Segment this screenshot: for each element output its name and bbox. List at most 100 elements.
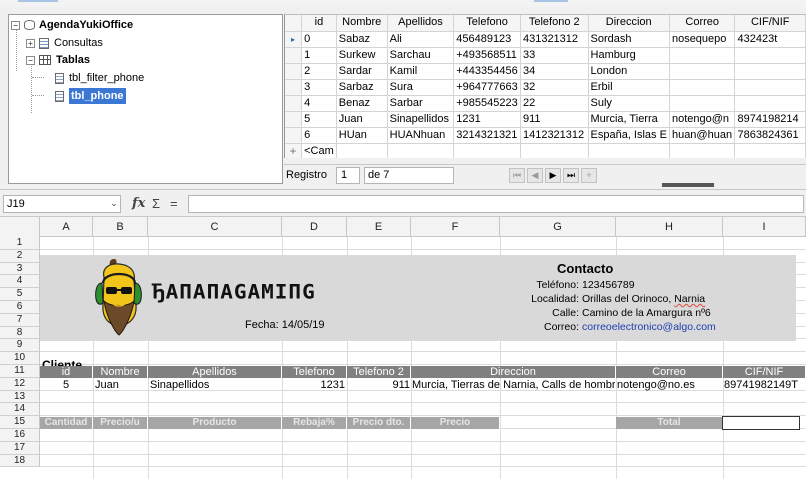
table-cell[interactable]: 432423t xyxy=(734,31,806,48)
table-cell[interactable]: 431321312 xyxy=(520,31,589,48)
column-header-f[interactable]: F xyxy=(411,217,500,237)
last-record-button[interactable]: ⏭ xyxy=(563,168,579,183)
table-cell[interactable]: 0 xyxy=(301,31,337,48)
column-header-i[interactable]: I xyxy=(723,217,806,237)
table-row[interactable]: ▸ 0 Sabaz Ali 456489123 431321312 Sordash noseq… xyxy=(285,31,806,48)
table-cell[interactable]: 4 xyxy=(301,95,337,112)
table-cell[interactable] xyxy=(669,63,736,80)
table-cell[interactable] xyxy=(588,143,670,158)
table-row[interactable]: 3 Sarbaz Sura +964777663 32 Erbil xyxy=(285,79,806,96)
client-cif-cell[interactable]: 89741982149T xyxy=(724,379,806,391)
row-header[interactable]: 18 xyxy=(0,454,40,468)
column-header[interactable]: Direccion xyxy=(588,15,670,32)
row-selector[interactable] xyxy=(285,111,303,128)
client-id-cell[interactable]: 5 xyxy=(40,379,92,391)
sum-icon[interactable]: Σ xyxy=(152,196,160,212)
row-header[interactable]: 2 xyxy=(0,249,40,263)
row-header[interactable]: 11 xyxy=(0,365,40,378)
column-header[interactable]: CIF/NIF xyxy=(734,15,806,32)
table-cell[interactable] xyxy=(734,143,806,158)
client-phone2-cell[interactable]: 911 xyxy=(348,379,410,391)
table-cell[interactable]: +964777663 xyxy=(453,79,521,96)
row-header[interactable]: 13 xyxy=(0,390,40,404)
row-selector[interactable] xyxy=(285,127,303,144)
table-cell[interactable]: 2 xyxy=(301,63,337,80)
table-cell[interactable]: Sarbaz xyxy=(336,79,388,96)
column-header[interactable]: Correo xyxy=(669,15,736,32)
table-cell[interactable]: Sarchau xyxy=(387,47,455,64)
table-cell[interactable]: Suly xyxy=(588,95,670,112)
table-cell[interactable]: HUANhuan xyxy=(387,127,455,144)
new-row-cell[interactable]: <Cam xyxy=(301,143,337,158)
column-header[interactable]: Nombre xyxy=(336,15,388,32)
table-cell[interactable]: 911 xyxy=(520,111,589,128)
column-header-c[interactable]: C xyxy=(148,217,282,237)
table-cell[interactable]: Sardar xyxy=(336,63,388,80)
name-box[interactable]: J19 xyxy=(3,195,121,213)
row-header[interactable]: 14 xyxy=(0,403,40,417)
column-header-h[interactable]: H xyxy=(616,217,723,237)
next-record-button[interactable]: ▶ xyxy=(545,168,561,183)
table-cell[interactable]: 34 xyxy=(520,63,589,80)
new-record-button[interactable]: + xyxy=(581,168,597,183)
table-cell[interactable] xyxy=(520,143,589,158)
first-record-button[interactable]: ⏮ xyxy=(509,168,525,183)
tree-item-tables[interactable]: − Tablas xyxy=(26,52,90,68)
client-name-cell[interactable]: Juan xyxy=(95,379,145,391)
table-cell[interactable]: 1412321312 xyxy=(520,127,589,144)
collapse-icon[interactable]: − xyxy=(26,55,35,65)
expand-icon[interactable]: + xyxy=(26,38,35,48)
table-cell[interactable] xyxy=(734,95,806,112)
table-cell[interactable] xyxy=(734,47,806,64)
table-cell[interactable]: 1 xyxy=(301,47,337,64)
table-cell[interactable]: +985545223 xyxy=(453,95,521,112)
column-header[interactable]: Telefono xyxy=(453,15,521,32)
row-header[interactable]: 16 xyxy=(0,429,40,442)
row-selector[interactable] xyxy=(285,79,303,96)
tree-item-database[interactable]: − AgendaYukiOffice xyxy=(11,17,133,33)
data-source-navigator[interactable]: − AgendaYukiOffice + Consultas − Tablas … xyxy=(8,14,283,184)
column-header-d[interactable]: D xyxy=(282,217,347,237)
row-header[interactable]: 9 xyxy=(0,339,40,353)
table-cell[interactable] xyxy=(453,143,521,158)
table-cell[interactable]: Erbil xyxy=(588,79,670,96)
table-cell[interactable]: Sordash xyxy=(588,31,670,48)
table-cell[interactable]: HUan xyxy=(336,127,388,144)
row-header[interactable]: 8 xyxy=(0,326,40,340)
table-cell[interactable]: Sinapellidos xyxy=(387,111,455,128)
new-row-plus-icon[interactable]: + xyxy=(285,143,303,158)
table-cell[interactable]: Benaz xyxy=(336,95,388,112)
table-cell[interactable]: España, Islas E xyxy=(588,127,670,144)
previous-record-button[interactable]: ◀ xyxy=(527,168,543,183)
table-cell[interactable]: Surkew xyxy=(336,47,388,64)
table-cell[interactable] xyxy=(336,143,388,158)
client-email-cell[interactable]: notengo@no.es xyxy=(617,379,721,391)
table-cell[interactable]: 3214321321 xyxy=(453,127,521,144)
column-header[interactable]: id xyxy=(301,15,337,32)
table-cell[interactable] xyxy=(734,79,806,96)
table-cell[interactable]: nosequepo xyxy=(669,31,736,48)
tree-item-tbl-phone[interactable]: tbl_phone xyxy=(55,88,126,104)
table-cell[interactable] xyxy=(669,95,736,112)
current-row-indicator-icon[interactable]: ▸ xyxy=(285,31,303,48)
tree-item-queries[interactable]: + Consultas xyxy=(26,35,103,51)
row-selector[interactable] xyxy=(285,95,303,112)
column-header[interactable]: Telefono 2 xyxy=(520,15,589,32)
table-cell[interactable]: +443354456 xyxy=(453,63,521,80)
table-row[interactable]: 2 Sardar Kamil +443354456 34 London xyxy=(285,63,806,80)
row-header[interactable]: 3 xyxy=(0,262,40,276)
table-cell[interactable]: London xyxy=(588,63,670,80)
column-header[interactable]: Apellidos xyxy=(387,15,455,32)
table-cell[interactable]: 33 xyxy=(520,47,589,64)
name-box-dropdown-icon[interactable]: ⌄ xyxy=(107,195,121,213)
table-cell[interactable]: Hamburg xyxy=(588,47,670,64)
row-header[interactable]: 4 xyxy=(0,275,40,289)
record-number-input[interactable]: 1 xyxy=(336,167,360,184)
column-header-b[interactable]: B xyxy=(93,217,148,237)
table-cell[interactable]: 22 xyxy=(520,95,589,112)
table-row[interactable]: 6 HUan HUANhuan 3214321321 1412321312 España,… xyxy=(285,127,806,144)
row-header[interactable]: 10 xyxy=(0,352,40,365)
table-row[interactable]: 1 Surkew Sarchau +493568511 33 Hamburg xyxy=(285,47,806,64)
table-cell[interactable]: Murcia, Tierra xyxy=(588,111,670,128)
row-header[interactable]: 6 xyxy=(0,301,40,314)
